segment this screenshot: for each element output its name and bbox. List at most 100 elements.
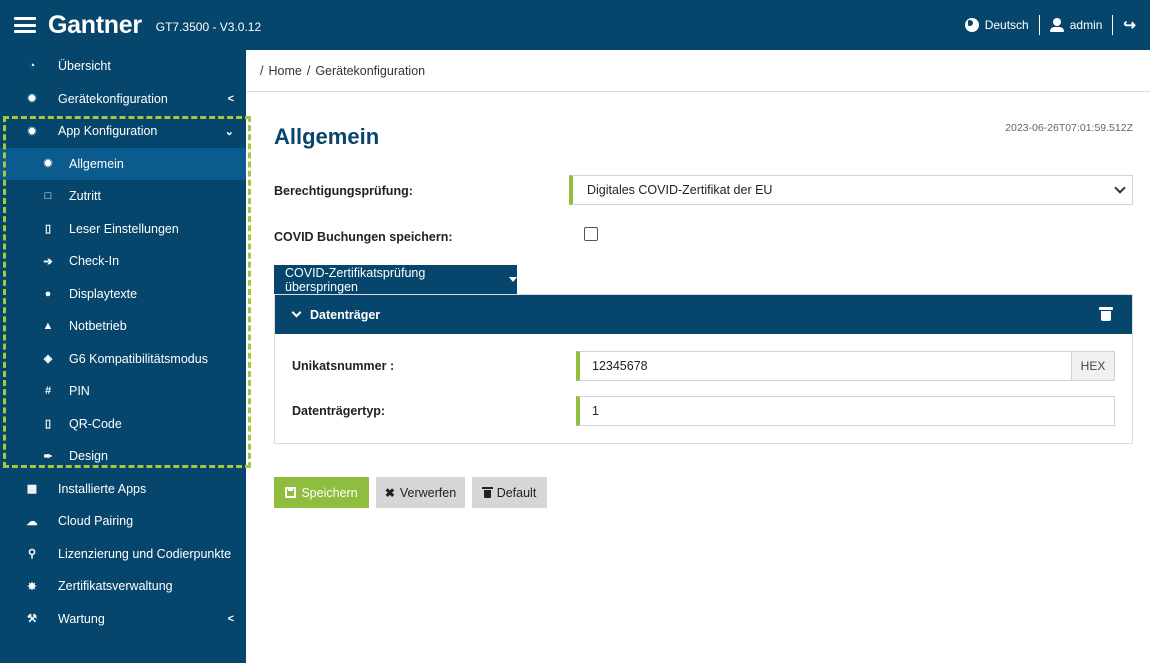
user-name: admin (1069, 18, 1103, 32)
sidebar-item-wartung[interactable]: ⚒ Wartung < (0, 603, 246, 636)
language-selector[interactable]: Deutsch (964, 18, 1029, 32)
breadcrumb-separator: / (306, 63, 311, 78)
chevron-down-icon: ⌄ (224, 125, 234, 138)
panel-title: Datenträger (310, 307, 381, 322)
globe-icon: ● (44, 287, 52, 300)
sidebar-item-zertifikatsverwaltung[interactable]: ✸ Zertifikatsverwaltung (0, 570, 246, 603)
breadcrumb-home[interactable]: Home (268, 64, 301, 78)
default-label: Default (496, 485, 537, 500)
brand-logo: Gantner (48, 10, 142, 39)
sidebar-item-displaytexte[interactable]: ● Displaytexte (0, 278, 246, 311)
sidebar-item-lizenzierung[interactable]: ⚲ Lizenzierung und Codierpunkte (0, 538, 246, 571)
sidebar-item-label: Displaytexte (69, 286, 138, 301)
sidebar-item-label: Design (69, 449, 108, 464)
warning-icon: ▲ (42, 320, 54, 333)
top-bar: Gantner GT7.3500 - V3.0.12 Deutsch admin… (0, 0, 1150, 50)
sidebar-item-allgemein[interactable]: ✹ Allgemein (0, 147, 246, 180)
check-select-value: Digitales COVID-Zertifikat der EU (587, 183, 773, 197)
sidebar-item-design[interactable]: ✒ Design (0, 440, 246, 473)
chevron-left-icon: < (227, 612, 234, 625)
sidebar-item-label: PIN (69, 384, 90, 399)
language-label: Deutsch (984, 18, 1029, 32)
sidebar-item-label: Übersicht (58, 59, 111, 74)
gear-icon: ✹ (27, 93, 37, 106)
user-menu[interactable]: admin (1049, 18, 1103, 32)
logout-icon[interactable]: ↪ (1123, 16, 1136, 34)
sidebar-item-notbetrieb[interactable]: ▲ Notbetrieb (0, 310, 246, 343)
chevron-left-icon: < (227, 92, 234, 105)
carrier-type-input[interactable]: 1 (576, 396, 1115, 426)
unique-number-input[interactable]: 12345678 (576, 351, 1072, 381)
pie-chart-icon: ◔ (28, 60, 36, 73)
discard-label: Verwerfen (399, 485, 457, 500)
floppy-icon (285, 487, 297, 498)
trash-icon[interactable] (1099, 307, 1113, 321)
sidebar-item-label: Cloud Pairing (58, 514, 134, 529)
sidebar-item-check-in[interactable]: ➔ Check-In (0, 245, 246, 278)
breadcrumb-current: Gerätekonfiguration (315, 63, 426, 78)
unique-number-label: Unikatsnummer : (292, 359, 395, 373)
discard-button[interactable]: ✖ Verwerfen (376, 477, 465, 508)
sidebar-item-zutritt[interactable]: □ Zutritt (0, 180, 246, 213)
hash-icon: # (44, 385, 52, 398)
check-select[interactable]: Digitales COVID-Zertifikat der EU (569, 175, 1133, 205)
timestamp: 2023-06-26T07:01:59.512Z (1005, 122, 1133, 134)
skip-check-dropdown[interactable]: COVID-Zertifikatsprüfung überspringen (274, 265, 517, 294)
hamburger-menu-icon[interactable] (14, 17, 36, 33)
caret-down-icon (509, 277, 517, 282)
panel-header[interactable]: Datenträger (275, 295, 1132, 334)
sidebar-item-g6-kompatibilitaetsmodus[interactable]: ◈ G6 Kompatibilitätsmodus (0, 343, 246, 376)
sidebar-item-label: Leser Einstellungen (69, 221, 179, 236)
certificate-icon: ✸ (27, 580, 37, 593)
save-label: Speichern (301, 485, 358, 500)
save-button[interactable]: Speichern (274, 477, 369, 508)
save-bookings-label: COVID Buchungen speichern: (274, 230, 453, 244)
breadcrumb-separator: / (260, 63, 264, 78)
sidebar-item-pin[interactable]: # PIN (0, 375, 246, 408)
divider (1038, 15, 1040, 35)
sidebar-item-label: Check-In (69, 254, 120, 269)
sidebar-item-label: Allgemein (69, 156, 124, 171)
sidebar-item-label: QR-Code (69, 416, 122, 431)
qr-icon: ▯ (44, 418, 52, 431)
save-bookings-checkbox[interactable] (584, 227, 598, 241)
firmware-version: GT7.3500 - V3.0.12 (155, 20, 262, 34)
carrier-type-label: Datenträgertyp: (292, 404, 386, 418)
sidebar-item-label: Zertifikatsverwaltung (58, 579, 173, 594)
gears-icon: ✹ (27, 125, 37, 138)
breadcrumb: / Home / Gerätekonfiguration (246, 50, 1150, 92)
skip-check-dropdown-label: COVID-Zertifikatsprüfung überspringen (285, 265, 426, 294)
wrench-icon: ⚒ (27, 613, 37, 626)
key-icon: ⚲ (27, 548, 37, 561)
hex-addon: HEX (1071, 351, 1115, 381)
sidebar-item-leser-einstellungen[interactable]: ▯ Leser Einstellungen (0, 213, 246, 246)
sidebar-item-qr-code[interactable]: ▯ QR-Code (0, 408, 246, 441)
puzzle-icon: ▩ (26, 483, 38, 496)
sidebar-item-uebersicht[interactable]: ◔ Übersicht (0, 50, 246, 83)
top-right-controls: Deutsch admin ↪ (964, 15, 1136, 35)
sidebar-item-cloud-pairing[interactable]: ☁ Cloud Pairing (0, 505, 246, 538)
sidebar-item-app-konfiguration[interactable]: ✹ App Konfiguration ⌄ (0, 115, 246, 148)
divider (1112, 15, 1114, 35)
cube-icon: ◈ (43, 353, 53, 366)
reader-icon: ▯ (44, 223, 52, 236)
carrier-type-value: 1 (592, 404, 599, 418)
default-button[interactable]: Default (472, 477, 547, 508)
sidebar: ◔ Übersicht ✹ Gerätekonfiguration < ✹ Ap… (0, 50, 246, 663)
sidebar-item-label: Zutritt (69, 189, 101, 204)
sidebar-item-label: Lizenzierung und Codierpunkte (58, 546, 232, 561)
gear-icon: ✹ (43, 158, 53, 171)
sidebar-item-geraetekonfiguration[interactable]: ✹ Gerätekonfiguration < (0, 83, 246, 116)
cloud-icon: ☁ (26, 515, 38, 528)
chevron-down-icon (1114, 182, 1126, 194)
sidebar-item-label: Gerätekonfiguration (58, 91, 168, 106)
sidebar-item-installierte-apps[interactable]: ▩ Installierte Apps (0, 473, 246, 506)
sidebar-item-label: App Konfiguration (58, 124, 158, 139)
brush-icon: ✒ (43, 450, 53, 463)
unlock-icon: □ (44, 190, 52, 203)
sidebar-item-label: Notbetrieb (69, 319, 127, 334)
sidebar-item-label: Wartung (58, 611, 105, 626)
globe-icon (964, 18, 979, 32)
user-icon (1049, 18, 1064, 32)
check-label: Berechtigungsprüfung: (274, 184, 413, 198)
